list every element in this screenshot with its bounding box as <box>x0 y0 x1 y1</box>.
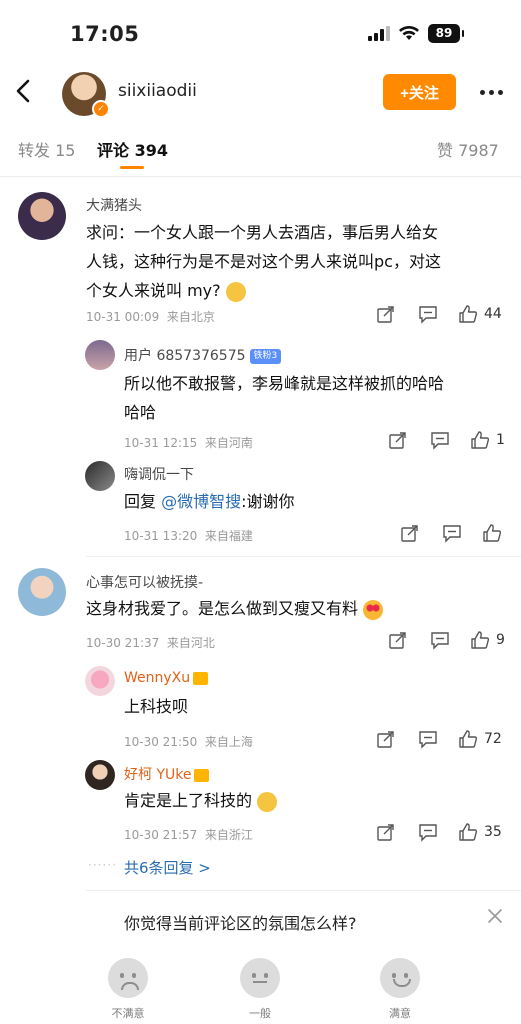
tab-comments[interactable]: 评论 394 <box>97 137 168 161</box>
reply-avatar[interactable] <box>85 461 115 491</box>
tab-likes[interactable]: 赞 7987 <box>437 137 499 161</box>
mention-link[interactable]: @微博智搜 <box>161 492 241 511</box>
comment-icon[interactable] <box>418 823 438 842</box>
reply-meta: 10-30 21:50 来自上海 <box>124 735 253 749</box>
like-icon[interactable] <box>458 822 478 842</box>
crown-icon <box>194 768 210 782</box>
doge-emoji-icon <box>225 281 246 302</box>
comment-meta: 10-31 00:09 来自北京 <box>86 310 215 324</box>
survey-option-neutral[interactable]: 一般 <box>230 958 290 1021</box>
like-count: 44 <box>484 306 502 322</box>
reply-username[interactable]: 用户 6857376575 铁粉3 <box>124 345 282 365</box>
comment-meta: 10-30 21:37 来自河北 <box>86 636 215 650</box>
like-count: 72 <box>484 731 502 747</box>
reply-meta: 10-31 13:20 来自福建 <box>124 529 253 543</box>
author-username[interactable]: siixiiaodii <box>118 81 197 101</box>
like-button[interactable]: 35 <box>458 822 502 842</box>
like-button[interactable]: 44 <box>458 304 502 324</box>
reply-username[interactable]: WennyXu <box>124 670 209 686</box>
comment-text[interactable]: 这身材我爱了。是怎么做到又瘦又有料 <box>86 594 511 623</box>
like-button[interactable]: 1 <box>470 430 505 450</box>
reply-meta: 10-30 21:57 来自浙江 <box>124 828 253 842</box>
like-icon[interactable] <box>470 430 490 450</box>
like-icon[interactable] <box>458 729 478 749</box>
reply-text[interactable]: 肯定是上了科技的 <box>124 786 509 815</box>
more-icon[interactable] <box>471 78 511 106</box>
share-icon[interactable] <box>388 431 407 450</box>
survey-question: 你觉得当前评论区的氛围怎么样? <box>124 914 357 933</box>
share-icon[interactable] <box>376 823 395 842</box>
like-count: 35 <box>484 824 502 840</box>
close-icon[interactable] <box>484 905 506 927</box>
like-button[interactable] <box>482 523 502 543</box>
signal-icon <box>368 25 390 41</box>
comment-icon[interactable] <box>418 305 438 324</box>
reply-avatar[interactable] <box>85 760 115 790</box>
like-button[interactable]: 9 <box>470 630 505 650</box>
follow-button[interactable]: +关注 <box>383 74 456 110</box>
like-count: 1 <box>496 432 505 448</box>
satisfied-face-icon <box>380 958 420 998</box>
like-icon[interactable] <box>482 523 502 543</box>
doge-emoji-icon <box>257 791 278 812</box>
share-icon[interactable] <box>388 631 407 650</box>
like-button[interactable]: 72 <box>458 729 502 749</box>
comment-avatar[interactable] <box>18 192 66 240</box>
status-time: 17:05 <box>70 22 140 46</box>
tab-active-indicator <box>120 166 144 169</box>
share-icon[interactable] <box>376 730 395 749</box>
comment-icon[interactable] <box>442 524 462 543</box>
wifi-icon <box>399 26 419 40</box>
unsatisfied-face-icon <box>108 958 148 998</box>
reply-avatar[interactable] <box>85 340 115 370</box>
share-icon[interactable] <box>376 305 395 324</box>
verified-badge-icon: ✓ <box>92 100 110 118</box>
reply-avatar[interactable] <box>85 666 115 696</box>
like-icon[interactable] <box>458 304 478 324</box>
comment-icon[interactable] <box>430 631 450 650</box>
crown-icon <box>193 671 209 685</box>
battery-icon: 89 <box>428 23 464 43</box>
share-icon[interactable] <box>400 524 419 543</box>
reply-username[interactable]: 好柯 YUke <box>124 764 210 784</box>
comment-username[interactable]: 心事怎可以被抚摸- <box>86 572 203 592</box>
reply-text[interactable]: 所以他不敢报警，李易峰就是这样被抓的哈哈 哈哈 <box>124 369 509 427</box>
reply-meta: 10-31 12:15 来自河南 <box>124 436 253 450</box>
like-count: 9 <box>496 632 505 648</box>
comment-username[interactable]: 大满猪头 <box>86 195 142 215</box>
comment-divider <box>86 556 521 557</box>
status-icons: 89 <box>368 20 464 46</box>
survey-option-satisfied[interactable]: 满意 <box>370 958 430 1021</box>
more-replies-link[interactable]: 共6条回复 > <box>124 857 211 878</box>
reply-text[interactable]: 上科技呗 <box>124 692 509 721</box>
survey-option-unsatisfied[interactable]: 不满意 <box>98 958 158 1021</box>
comment-icon[interactable] <box>418 730 438 749</box>
comment-divider <box>86 890 521 891</box>
back-icon[interactable] <box>8 74 42 108</box>
tabs-divider <box>0 176 521 177</box>
thread-dots: ······ <box>88 858 117 872</box>
comment-icon[interactable] <box>430 431 450 450</box>
like-icon[interactable] <box>470 630 490 650</box>
tab-repost[interactable]: 转发 15 <box>18 137 75 161</box>
fan-badge: 铁粉3 <box>249 348 282 364</box>
comment-avatar[interactable] <box>18 568 66 616</box>
reply-text[interactable]: 回复 @微博智搜:谢谢你 <box>124 487 509 516</box>
reply-username[interactable]: 嗨调侃一下 <box>124 464 194 484</box>
heart-eyes-emoji-icon <box>363 599 384 620</box>
comment-text[interactable]: 求问：一个女人跟一个男人去酒店，事后男人给女 人钱，这种行为是不是对这个男人来说… <box>86 218 511 305</box>
neutral-face-icon <box>240 958 280 998</box>
